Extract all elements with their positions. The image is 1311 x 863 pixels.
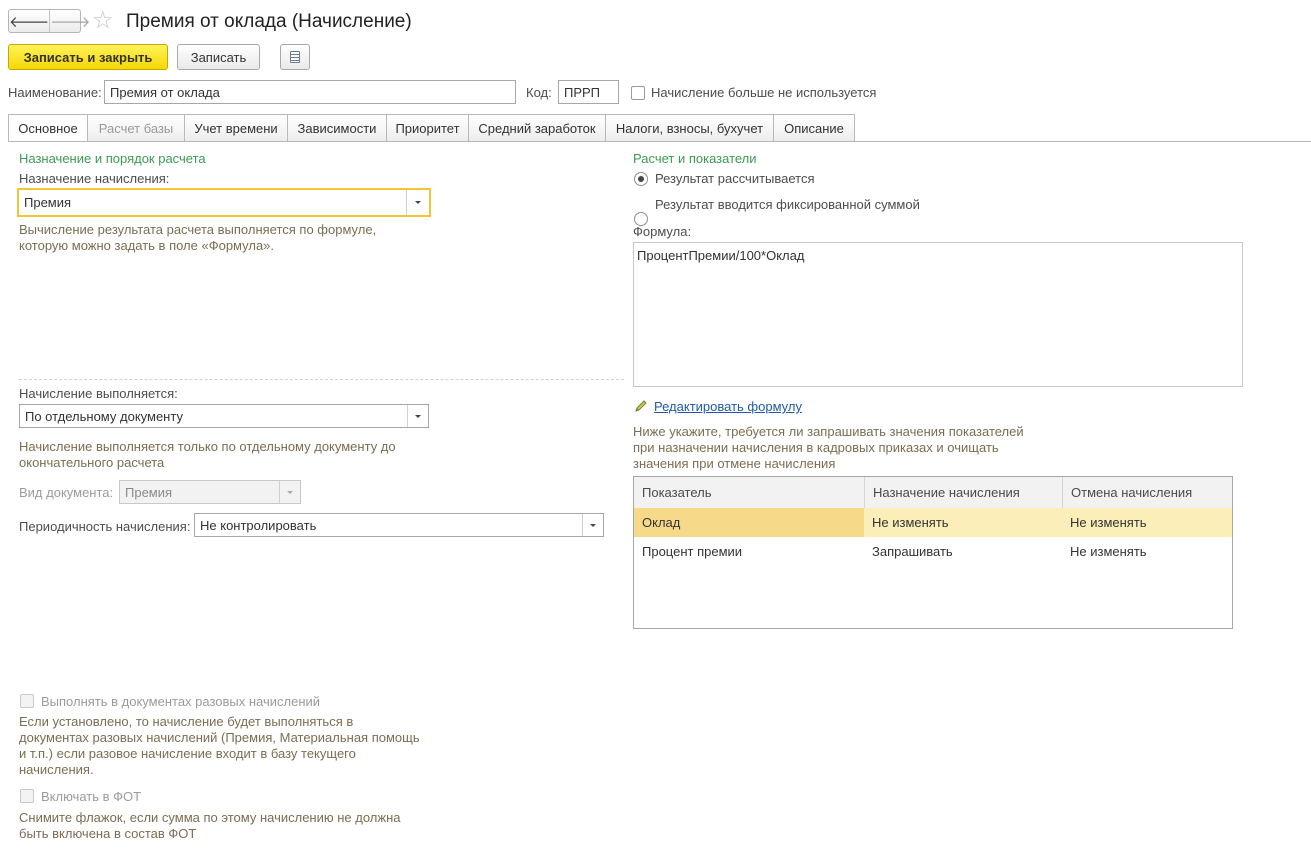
forward-button[interactable]: 🡒 <box>49 10 90 32</box>
list-document-icon <box>290 51 300 63</box>
radio-fixed-label: Результат вводится фиксированной суммой <box>655 197 920 212</box>
column-header-assign[interactable]: Назначение начисления <box>864 477 1062 508</box>
chevron-down-icon[interactable] <box>582 514 603 536</box>
column-header-indicator[interactable]: Показатель <box>634 477 864 508</box>
formula-label: Формула: <box>633 224 692 239</box>
periodicity-value: Не контролировать <box>200 517 317 533</box>
tab-time-tracking[interactable]: Учет времени <box>185 114 288 142</box>
chevron-down-icon[interactable] <box>407 405 428 427</box>
chevron-down-icon <box>279 481 300 503</box>
execution-value: По отдельному документу <box>25 408 183 424</box>
tab-bar: Основное Расчет базы Учет времени Зависи… <box>8 114 855 142</box>
formula-value: ПроцентПремии/100*Оклад <box>637 248 805 263</box>
save-button[interactable]: Записать <box>177 44 260 70</box>
history-nav: 🡐 🡒 <box>8 9 90 33</box>
one-time-checkbox <box>20 694 34 708</box>
section-calc-title: Расчет и показатели <box>633 151 757 166</box>
save-and-close-button[interactable]: Записать и закрыть <box>8 44 168 70</box>
periodicity-select[interactable]: Не контролировать <box>194 513 604 537</box>
tab-main[interactable]: Основное <box>8 114 88 142</box>
indicators-hint: Ниже укажите, требуется ли запрашивать з… <box>633 424 1024 471</box>
name-label: Наименование: <box>8 85 102 100</box>
purpose-select[interactable]: Премия <box>17 188 431 217</box>
fot-checkbox <box>20 789 34 803</box>
table-row[interactable]: Процент премии Запрашивать Не изменять <box>634 537 1232 566</box>
one-time-hint: Если установлено, то начисление будет вы… <box>19 714 420 777</box>
column-header-cancel[interactable]: Отмена начисления <box>1062 477 1232 508</box>
table-cell[interactable]: Не изменять <box>864 508 1062 537</box>
tab-divider <box>8 141 1311 142</box>
table-cell[interactable]: Не изменять <box>1062 537 1232 566</box>
tab-base-calc[interactable]: Расчет базы <box>88 114 185 142</box>
section-purpose-title: Назначение и порядок расчета <box>19 151 206 166</box>
arrow-right-icon: 🡒 <box>50 13 91 31</box>
table-header: Показатель Назначение начисления Отмена … <box>634 477 1232 509</box>
doctype-select: Премия <box>119 480 301 504</box>
chevron-down-icon[interactable] <box>406 190 429 215</box>
arrow-left-icon: 🡐 <box>9 13 50 31</box>
fot-hint: Снимите флажок, если сумма по этому начи… <box>19 810 401 841</box>
purpose-value: Премия <box>24 195 72 210</box>
code-input[interactable]: ПРРП <box>558 80 619 104</box>
name-input[interactable]: Премия от оклада <box>104 80 516 104</box>
doctype-label: Вид документа: <box>19 485 114 500</box>
code-label: Код: <box>526 85 552 100</box>
execution-select[interactable]: По отдельному документу <box>19 404 429 428</box>
tab-average-earnings[interactable]: Средний заработок <box>469 114 606 142</box>
section-divider <box>19 379 624 380</box>
tab-taxes[interactable]: Налоги, взносы, бухучет <box>606 114 774 142</box>
periodicity-label: Периодичность начисления: <box>19 519 191 534</box>
tab-priority[interactable]: Приоритет <box>387 114 469 142</box>
fot-label: Включать в ФОТ <box>41 789 142 804</box>
purpose-hint: Вычисление результата расчета выполняетс… <box>19 222 377 253</box>
indicators-table: Показатель Назначение начисления Отмена … <box>633 476 1233 629</box>
table-row[interactable]: Оклад Не изменять Не изменять <box>634 508 1232 537</box>
edit-formula-link[interactable]: Редактировать формулу <box>654 399 802 414</box>
doctype-value: Премия <box>125 484 173 500</box>
execution-label: Начисление выполняется: <box>19 386 178 401</box>
execution-hint: Начисление выполняется только по отдельн… <box>19 439 396 470</box>
tab-description[interactable]: Описание <box>774 114 855 142</box>
page-title: Премия от оклада (Начисление) <box>126 11 412 32</box>
table-cell[interactable]: Оклад <box>634 508 864 537</box>
radio-calculated-label: Результат рассчитывается <box>655 171 815 186</box>
radio-calculated[interactable] <box>634 172 648 186</box>
not-used-label: Начисление больше не используется <box>651 85 877 100</box>
table-cell[interactable]: Запрашивать <box>864 537 1062 566</box>
purpose-label: Назначение начисления: <box>19 171 170 186</box>
not-used-checkbox[interactable] <box>631 86 645 100</box>
tab-dependencies[interactable]: Зависимости <box>288 114 387 142</box>
report-button[interactable] <box>280 44 310 70</box>
table-cell[interactable]: Процент премии <box>634 537 864 566</box>
table-cell[interactable]: Не изменять <box>1062 508 1232 537</box>
back-button[interactable]: 🡐 <box>9 10 49 32</box>
pencil-icon <box>634 399 648 413</box>
favorite-star-icon[interactable]: ☆ <box>92 8 114 34</box>
one-time-label: Выполнять в документах разовых начислени… <box>41 694 321 709</box>
formula-textarea[interactable]: ПроцентПремии/100*Оклад <box>633 242 1243 387</box>
